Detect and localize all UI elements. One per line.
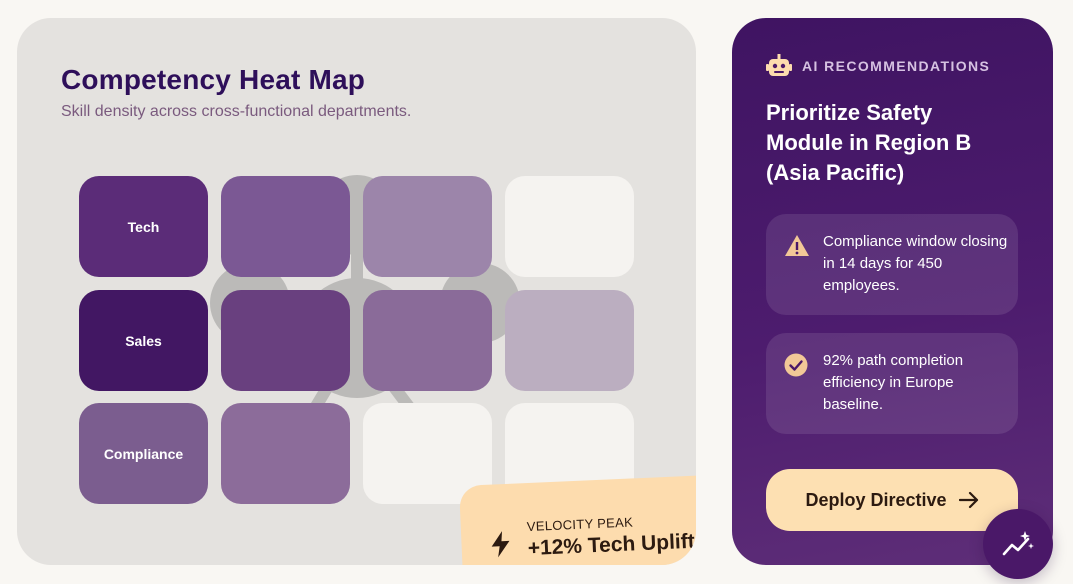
check-circle-icon xyxy=(784,353,808,377)
warning-icon xyxy=(785,235,809,256)
insight-text: Compliance window closing in 14 days for… xyxy=(823,233,1008,294)
sparkle-trend-icon xyxy=(1002,531,1034,556)
insight-card-warning: Compliance window closing in 14 days for… xyxy=(766,214,1018,315)
heat-cell-sales-label[interactable]: Sales xyxy=(79,290,208,391)
heat-cell-compliance-label[interactable]: Compliance xyxy=(79,403,208,504)
heatmap-title: Competency Heat Map xyxy=(61,64,366,95)
heat-cell[interactable] xyxy=(363,176,492,277)
ai-header: AI RECOMMENDATIONS xyxy=(766,54,990,78)
velocity-value: +12% Tech Uplift xyxy=(527,529,696,561)
lightning-icon xyxy=(491,531,510,558)
heat-cell[interactable] xyxy=(221,290,350,391)
heat-cell[interactable] xyxy=(221,403,350,504)
insight-text: 92% path completion efficiency in Europe… xyxy=(823,352,964,413)
ai-insights-fab[interactable] xyxy=(983,509,1053,579)
recommendation-title: Prioritize Safety Module in Region B (As… xyxy=(766,100,972,185)
robot-icon xyxy=(766,54,792,76)
deploy-directive-button[interactable]: Deploy Directive xyxy=(766,469,1018,531)
arrow-right-icon xyxy=(958,491,979,509)
heatmap-subtitle: Skill density across cross-functional de… xyxy=(61,103,412,120)
velocity-label: VELOCITY PEAK xyxy=(526,514,634,535)
heat-cell[interactable] xyxy=(505,176,634,277)
insight-card-success: 92% path completion efficiency in Europe… xyxy=(766,333,1018,434)
heat-cell[interactable] xyxy=(221,176,350,277)
ai-header-label: AI RECOMMENDATIONS xyxy=(802,58,991,74)
row-label-tech: Tech xyxy=(127,218,160,235)
row-label-sales: Sales xyxy=(125,332,162,349)
velocity-peak-badge: VELOCITY PEAK +12% Tech Uplift xyxy=(459,475,696,565)
row-label-compliance: Compliance xyxy=(103,445,184,462)
heat-cell[interactable] xyxy=(363,290,492,391)
heat-cell[interactable] xyxy=(505,290,634,391)
heatmap-card: Competency Heat Map Skill density across… xyxy=(17,18,696,565)
deploy-button-label: Deploy Directive xyxy=(805,489,947,510)
ai-recommendations-card: AI RECOMMENDATIONS Prioritize Safety Mod… xyxy=(732,18,1053,565)
heat-cell-tech-label[interactable]: Tech xyxy=(79,176,208,277)
